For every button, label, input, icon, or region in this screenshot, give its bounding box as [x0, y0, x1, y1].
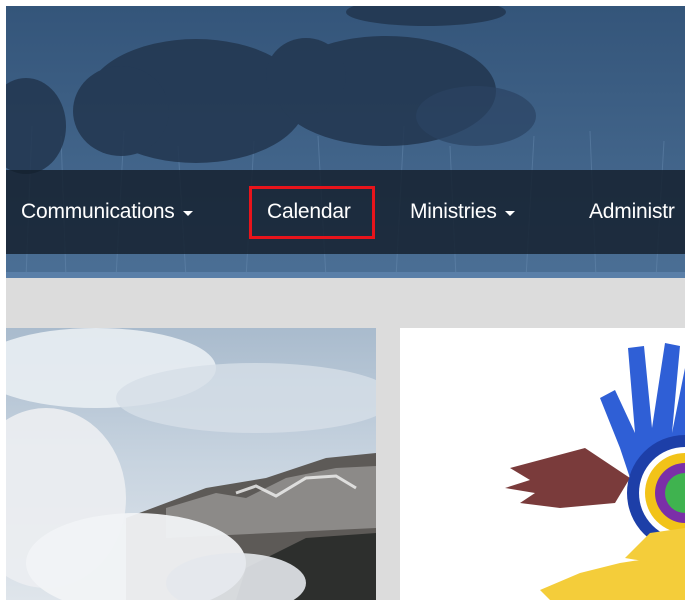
nav-item-administration[interactable]: Administr	[589, 170, 675, 254]
page: Communications Calendar Ministries Admin…	[0, 0, 685, 600]
nav-item-ministries[interactable]: Ministries	[410, 170, 515, 254]
nav-item-label: Calendar	[267, 200, 351, 223]
hands-logo-card[interactable]	[400, 328, 685, 600]
caret-down-icon	[504, 211, 515, 216]
nav-item-communications[interactable]: Communications	[21, 170, 193, 254]
content-area	[6, 278, 685, 600]
mountain-wildfire-image	[6, 328, 376, 600]
nav-item-label: Administr	[589, 200, 675, 223]
wildfire-photo-card[interactable]	[6, 328, 376, 600]
nav-item-label: Ministries	[410, 200, 497, 223]
header-banner: Communications Calendar Ministries Admin…	[6, 6, 685, 278]
main-navbar: Communications Calendar Ministries Admin…	[6, 170, 685, 254]
nav-item-label: Communications	[21, 200, 175, 223]
caret-down-icon	[182, 211, 193, 216]
colorful-hands-logo-image	[400, 328, 685, 600]
nav-item-calendar[interactable]: Calendar	[267, 170, 351, 254]
